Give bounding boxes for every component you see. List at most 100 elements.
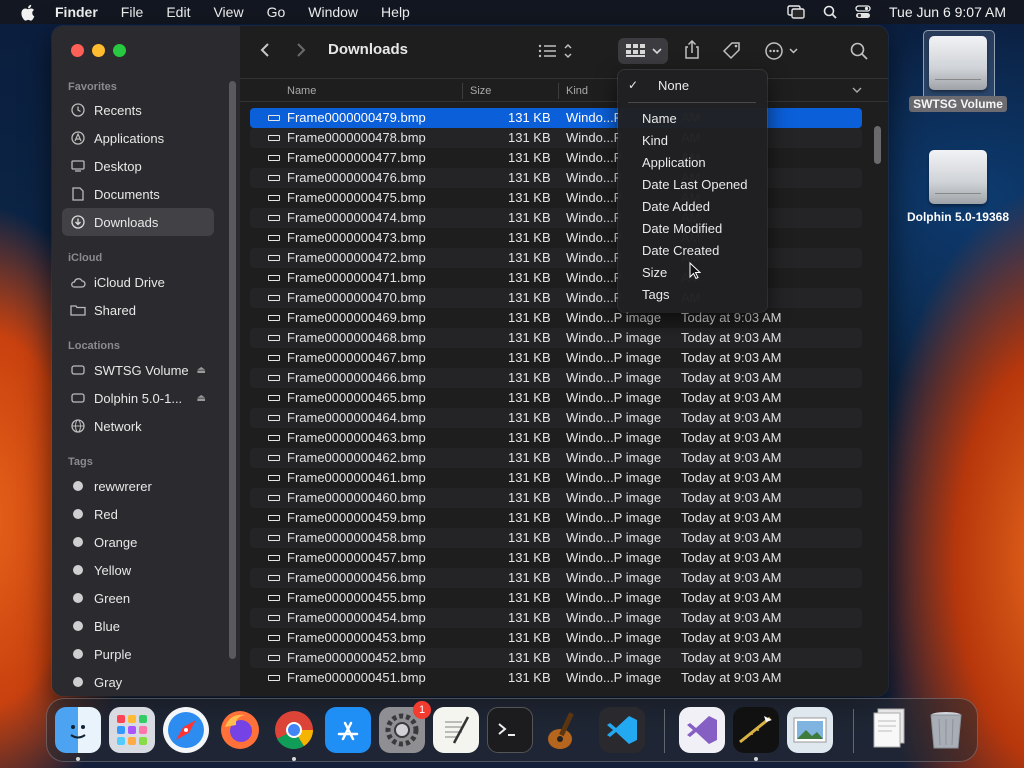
screen-mirroring-icon[interactable] bbox=[787, 5, 805, 19]
group-menu-item-date-created[interactable]: Date Created bbox=[642, 241, 719, 261]
file-row[interactable]: Frame0000000477.bmp131 KBWindo...PAM bbox=[250, 148, 862, 168]
file-row[interactable]: Frame0000000476.bmp131 KBWindo...PAM bbox=[250, 168, 862, 188]
file-row[interactable]: Frame0000000474.bmp131 KBWindo...PAM bbox=[250, 208, 862, 228]
file-row[interactable]: Frame0000000467.bmp 131 KB Windo...P image… bbox=[250, 348, 862, 368]
trash-icon[interactable] bbox=[923, 707, 969, 753]
desktop-icon-swtsg-volume[interactable]: SWTSG Volume bbox=[906, 36, 1010, 113]
file-row[interactable]: Frame0000000456.bmp 131 KB Windo...P image… bbox=[250, 568, 862, 588]
desktop-icon-dolphin[interactable]: Dolphin 5.0-19368 bbox=[896, 150, 1020, 224]
forward-chevron-icon[interactable] bbox=[296, 42, 306, 58]
sidebar-tag-rewwrerer[interactable]: rewwrerer bbox=[62, 472, 214, 500]
file-row[interactable]: Frame0000000472.bmp131 KBWindo...PAM bbox=[250, 248, 862, 268]
sidebar-item-recents[interactable]: Recents bbox=[62, 96, 214, 124]
file-row[interactable]: Frame0000000452.bmp 131 KB Windo...P image… bbox=[250, 648, 862, 668]
file-row[interactable]: Frame0000000455.bmp 131 KB Windo...P image… bbox=[250, 588, 862, 608]
group-menu-item-none[interactable]: None bbox=[658, 76, 689, 96]
group-menu-item-date-last-opened[interactable]: Date Last Opened bbox=[642, 175, 748, 195]
file-row[interactable]: Frame0000000462.bmp 131 KB Windo...P image… bbox=[250, 448, 862, 468]
app-store-icon[interactable] bbox=[325, 707, 371, 753]
file-row[interactable]: Frame0000000458.bmp 131 KB Windo...P image… bbox=[250, 528, 862, 548]
more-actions-icon[interactable] bbox=[764, 41, 800, 61]
visual-studio-icon[interactable] bbox=[679, 707, 725, 753]
group-menu-item-application[interactable]: Application bbox=[642, 153, 706, 173]
sidebar-tag-purple[interactable]: Purple bbox=[62, 640, 214, 668]
column-separator[interactable] bbox=[462, 83, 463, 99]
sidebar-item-icloud-drive[interactable]: iCloud Drive bbox=[62, 268, 214, 296]
menu-window[interactable]: Window bbox=[308, 4, 358, 20]
spotlight-search-icon[interactable] bbox=[823, 5, 837, 19]
launchpad-icon[interactable] bbox=[109, 707, 155, 753]
column-name-header[interactable]: Name bbox=[287, 85, 316, 97]
finder-icon[interactable] bbox=[55, 707, 101, 753]
column-kind-header[interactable]: Kind bbox=[566, 85, 588, 97]
column-separator[interactable] bbox=[558, 83, 559, 99]
sidebar-tag-orange[interactable]: Orange bbox=[62, 528, 214, 556]
file-row[interactable]: Frame0000000459.bmp 131 KB Windo...P image… bbox=[250, 508, 862, 528]
sidebar-tag-blue[interactable]: Blue bbox=[62, 612, 214, 640]
file-row[interactable]: Frame0000000468.bmp 131 KB Windo...P image… bbox=[250, 328, 862, 348]
chevron-down-icon[interactable] bbox=[852, 87, 862, 94]
chrome-icon[interactable] bbox=[271, 707, 317, 753]
vscode-icon[interactable] bbox=[599, 707, 645, 753]
safari-icon[interactable] bbox=[163, 707, 209, 753]
menu-file[interactable]: File bbox=[121, 4, 144, 20]
sidebar-scrollbar[interactable] bbox=[229, 81, 236, 659]
group-menu-item-kind[interactable]: Kind bbox=[642, 131, 668, 151]
sidebar-item-applications[interactable]: Applications bbox=[62, 124, 214, 152]
sidebar-item-dolphin[interactable]: Dolphin 5.0-1... ⏏ bbox=[62, 384, 214, 412]
file-row[interactable]: Frame0000000478.bmp131 KBWindo...PAM bbox=[250, 128, 862, 148]
file-row[interactable]: Frame0000000460.bmp 131 KB Windo...P image… bbox=[250, 488, 862, 508]
column-size-header[interactable]: Size bbox=[470, 85, 491, 97]
menu-clock[interactable]: Tue Jun 6 9:07 AM bbox=[889, 4, 1006, 20]
group-by-button[interactable] bbox=[618, 38, 668, 64]
control-center-icon[interactable] bbox=[855, 5, 871, 19]
file-row[interactable]: Frame0000000466.bmp 131 KB Windo...P image… bbox=[250, 368, 862, 388]
group-menu-item-date-added[interactable]: Date Added bbox=[642, 197, 710, 217]
sidebar-item-documents[interactable]: Documents bbox=[62, 180, 214, 208]
file-row[interactable]: Frame0000000473.bmp131 KBWindo...PAM bbox=[250, 228, 862, 248]
group-menu-item-size[interactable]: Size bbox=[642, 263, 667, 283]
menu-app-name[interactable]: Finder bbox=[55, 4, 98, 20]
tag-icon[interactable] bbox=[722, 41, 742, 61]
system-settings-icon[interactable]: 1 bbox=[379, 701, 431, 753]
close-window-button[interactable] bbox=[71, 44, 84, 57]
file-row[interactable]: Frame0000000465.bmp 131 KB Windo...P image… bbox=[250, 388, 862, 408]
file-row[interactable]: Frame0000000457.bmp 131 KB Windo...P image… bbox=[250, 548, 862, 568]
menu-edit[interactable]: Edit bbox=[166, 4, 190, 20]
list-view-icon[interactable] bbox=[538, 42, 574, 60]
eject-icon[interactable]: ⏏ bbox=[197, 393, 206, 404]
file-row[interactable]: Frame0000000475.bmp131 KBWindo...PAM bbox=[250, 188, 862, 208]
sidebar-tag-red[interactable]: Red bbox=[62, 500, 214, 528]
file-row[interactable]: Frame0000000470.bmp131 KBWindo...PAM bbox=[250, 288, 862, 308]
file-row[interactable]: Frame0000000454.bmp 131 KB Windo...P image… bbox=[250, 608, 862, 628]
apple-icon[interactable] bbox=[17, 2, 37, 22]
menu-help[interactable]: Help bbox=[381, 4, 410, 20]
group-menu-item-date-modified[interactable]: Date Modified bbox=[642, 219, 722, 239]
file-row[interactable]: Frame0000000464.bmp 131 KB Windo...P image… bbox=[250, 408, 862, 428]
share-icon[interactable] bbox=[684, 40, 700, 60]
menu-go[interactable]: Go bbox=[267, 4, 286, 20]
eject-icon[interactable]: ⏏ bbox=[197, 365, 206, 376]
file-row[interactable]: Frame0000000469.bmp 131 KB Windo...P image… bbox=[250, 308, 862, 328]
menu-view[interactable]: View bbox=[213, 4, 243, 20]
firefox-icon[interactable] bbox=[217, 707, 263, 753]
dolphin-icon[interactable] bbox=[733, 707, 779, 753]
sidebar-tag-yellow[interactable]: Yellow bbox=[62, 556, 214, 584]
file-row[interactable]: Frame0000000463.bmp 131 KB Windo...P image… bbox=[250, 428, 862, 448]
file-row[interactable]: Frame0000000451.bmp 131 KB Windo...P image… bbox=[250, 668, 862, 688]
preview-icon[interactable] bbox=[787, 707, 833, 753]
file-row[interactable]: Frame0000000479.bmp131 KBWindo...PAM bbox=[250, 108, 862, 128]
terminal-icon[interactable] bbox=[487, 707, 533, 753]
group-menu-item-tags[interactable]: Tags bbox=[642, 285, 669, 305]
file-row[interactable]: Frame0000000461.bmp 131 KB Windo...P image… bbox=[250, 468, 862, 488]
file-row[interactable]: Frame0000000453.bmp 131 KB Windo...P image… bbox=[250, 628, 862, 648]
sidebar-item-swtsg-volume[interactable]: SWTSG Volume ⏏ bbox=[62, 356, 214, 384]
garageband-icon[interactable] bbox=[541, 707, 587, 753]
documents-stack-icon[interactable] bbox=[867, 707, 913, 753]
back-chevron-icon[interactable] bbox=[260, 42, 270, 58]
sidebar-item-desktop[interactable]: Desktop bbox=[62, 152, 214, 180]
zoom-window-button[interactable] bbox=[113, 44, 126, 57]
file-list-scrollbar[interactable] bbox=[874, 126, 881, 164]
sidebar-tag-green[interactable]: Green bbox=[62, 584, 214, 612]
minimize-window-button[interactable] bbox=[92, 44, 105, 57]
